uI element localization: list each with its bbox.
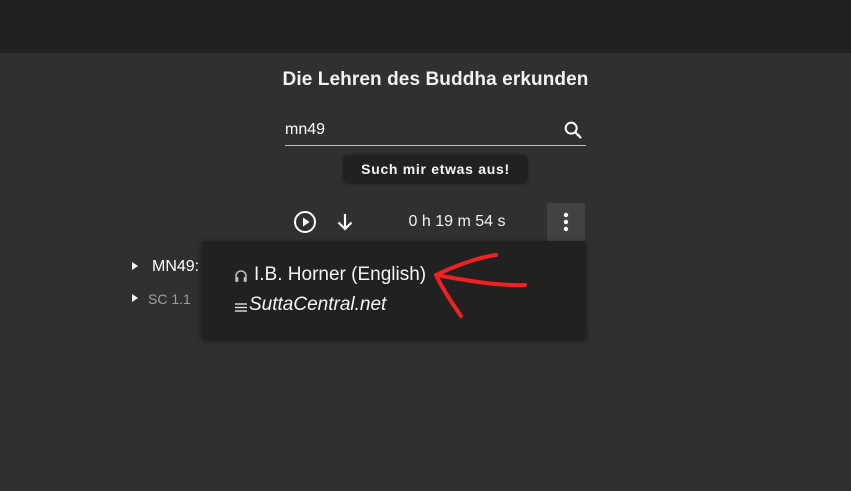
menu-item-horner[interactable]: I.B. Horner (English)	[254, 264, 426, 286]
page-title: Die Lehren des Buddha erkunden	[282, 69, 589, 90]
search-icon[interactable]	[562, 119, 584, 141]
caret-right-icon	[132, 262, 138, 270]
headphones-icon	[234, 269, 248, 283]
dropdown-menu: I.B. Horner (English) SuttaCentral.net	[202, 241, 586, 338]
arrow-down-icon[interactable]	[334, 210, 356, 234]
random-suggestion-button[interactable]: Such mir etwas aus!	[344, 155, 527, 182]
more-vertical-icon	[563, 212, 569, 232]
search-input[interactable]	[285, 119, 545, 141]
audio-duration: 0 h 19 m 54 s	[408, 213, 506, 230]
caret-right-icon	[132, 294, 138, 302]
more-options-button[interactable]	[547, 203, 585, 241]
top-bar	[0, 0, 851, 53]
play-circle-icon[interactable]	[293, 210, 317, 234]
tree-item-label: MN49:	[152, 258, 200, 275]
menu-item-suttacentral[interactable]: SuttaCentral.net	[249, 294, 386, 316]
search-field[interactable]	[285, 113, 586, 146]
lines-icon	[234, 300, 248, 312]
tree-item-label: SC 1.1	[148, 291, 191, 307]
